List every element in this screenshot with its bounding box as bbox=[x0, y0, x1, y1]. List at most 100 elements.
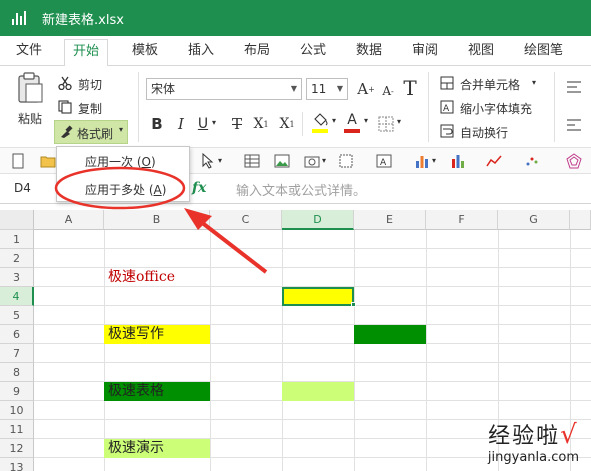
chevron-down-icon[interactable]: ▾ bbox=[212, 118, 216, 127]
tab-draw[interactable]: 绘图笔 bbox=[524, 42, 563, 66]
shrink-to-fit-label: 缩小字体填充 bbox=[460, 102, 533, 116]
row-header-9[interactable]: 9 bbox=[0, 382, 34, 401]
chevron-down-icon[interactable]: ▾ bbox=[218, 156, 222, 165]
table-icon[interactable] bbox=[244, 153, 260, 169]
subscript-label: X bbox=[253, 116, 264, 132]
cell-b3[interactable]: 极速office bbox=[104, 268, 210, 287]
camera-icon[interactable] bbox=[304, 153, 320, 169]
column-header-b[interactable]: B bbox=[104, 210, 210, 230]
row-header-12[interactable]: 12 bbox=[0, 439, 34, 458]
cut-label: 剪切 bbox=[78, 78, 103, 92]
image-icon[interactable] bbox=[274, 153, 290, 169]
font-size-select[interactable]: 11 ▼ bbox=[306, 78, 348, 100]
watermark-main: 经验啦√ bbox=[488, 418, 579, 450]
column-header-c[interactable]: C bbox=[210, 210, 282, 230]
text-box-icon[interactable]: A bbox=[376, 153, 392, 169]
line-chart-icon[interactable] bbox=[486, 153, 502, 169]
align-icon[interactable] bbox=[566, 80, 582, 94]
cut-button[interactable]: 剪切 bbox=[58, 74, 118, 92]
watermark-check: √ bbox=[560, 420, 579, 450]
fill-handle[interactable] bbox=[351, 302, 356, 307]
wrap-text-button[interactable]: 自动换行 bbox=[440, 122, 540, 140]
column-header-a[interactable]: A bbox=[34, 210, 104, 230]
row-header-11[interactable]: 11 bbox=[0, 420, 34, 439]
font-name-select[interactable]: 宋体 ▼ bbox=[146, 78, 302, 100]
tab-template[interactable]: 模板 bbox=[132, 42, 158, 66]
row-header-3[interactable]: 3 bbox=[0, 268, 34, 287]
tab-formula[interactable]: 公式 bbox=[300, 42, 326, 66]
column-header-e[interactable]: E bbox=[354, 210, 426, 230]
cell-b12[interactable]: 极速演示 bbox=[104, 439, 210, 458]
cell-b6[interactable]: 极速写作 bbox=[104, 325, 210, 344]
underline-button[interactable]: U bbox=[194, 114, 212, 134]
row-header-10[interactable]: 10 bbox=[0, 401, 34, 420]
tab-review[interactable]: 审阅 bbox=[412, 42, 438, 66]
font-color-button[interactable]: A ▾ bbox=[342, 112, 372, 136]
apply-once-item[interactable]: 应用一次 (O) bbox=[85, 153, 156, 170]
row-header-4[interactable]: 4 bbox=[0, 287, 34, 306]
shrink-to-fit-button[interactable]: A 缩小字体填充 bbox=[440, 98, 550, 116]
select-all-corner[interactable] bbox=[0, 210, 34, 230]
merge-cells-icon bbox=[440, 76, 454, 90]
shape-icon[interactable] bbox=[338, 153, 354, 169]
menu-bar: 文件 开始 模板 插入 布局 公式 数据 审阅 视图 绘图笔 bbox=[0, 36, 591, 67]
increase-font-icon[interactable]: A + bbox=[356, 78, 376, 100]
tab-file[interactable]: 文件 bbox=[16, 42, 42, 66]
cell-d9[interactable] bbox=[282, 382, 354, 401]
paste-button[interactable]: 粘贴 bbox=[12, 70, 48, 130]
merge-cells-button[interactable]: 合并单元格 ▾ bbox=[440, 74, 540, 92]
borders-button[interactable]: ▾ bbox=[378, 114, 408, 134]
copy-button[interactable]: 复制 bbox=[58, 98, 118, 116]
strikethrough-button[interactable]: T bbox=[228, 114, 246, 134]
open-folder-icon[interactable] bbox=[40, 153, 56, 169]
ribbon: 粘贴 剪切 复制 格式刷 ▾ 宋体 ▼ 11 ▼ A + A- T B I U … bbox=[0, 66, 591, 148]
row-header-7[interactable]: 7 bbox=[0, 344, 34, 363]
new-file-icon[interactable] bbox=[10, 153, 26, 169]
watermark-text: 经验啦 bbox=[488, 424, 561, 449]
apply-multiple-label: 应用于多处 bbox=[85, 183, 146, 197]
superscript-button[interactable]: X1 bbox=[276, 114, 298, 134]
chevron-down-icon[interactable]: ▾ bbox=[322, 156, 326, 165]
fill-color-button[interactable]: ▾ bbox=[310, 112, 340, 136]
cell-b9[interactable]: 极速表格 bbox=[104, 382, 210, 401]
svg-text:A: A bbox=[380, 158, 387, 168]
column-header-d[interactable]: D bbox=[282, 210, 354, 230]
tab-home[interactable]: 开始 bbox=[64, 39, 109, 67]
row-header-1[interactable]: 1 bbox=[0, 230, 34, 249]
format-painter-button[interactable]: 格式刷 ▾ bbox=[54, 120, 128, 144]
column-header-g[interactable]: G bbox=[498, 210, 570, 230]
bold-button[interactable]: B bbox=[148, 114, 166, 134]
chevron-down-icon: ▾ bbox=[532, 78, 537, 87]
row-header-6[interactable]: 6 bbox=[0, 325, 34, 344]
apply-multiple-item[interactable]: 应用于多处 (A) bbox=[85, 181, 166, 198]
cursor-icon[interactable] bbox=[200, 153, 216, 169]
clear-format-icon[interactable]: T bbox=[400, 76, 420, 100]
chevron-down-icon: ▼ bbox=[290, 84, 297, 93]
column-header-f[interactable]: F bbox=[426, 210, 498, 230]
chevron-down-icon[interactable]: ▾ bbox=[432, 156, 436, 165]
row-header-5[interactable]: 5 bbox=[0, 306, 34, 325]
window-title: 新建表格.xlsx bbox=[42, 12, 124, 28]
row-header-8[interactable]: 8 bbox=[0, 363, 34, 382]
tab-data[interactable]: 数据 bbox=[356, 42, 382, 66]
scatter-chart-icon[interactable] bbox=[524, 153, 540, 169]
italic-button[interactable]: I bbox=[172, 114, 190, 134]
row-header-2[interactable]: 2 bbox=[0, 249, 34, 268]
tab-view[interactable]: 视图 bbox=[468, 42, 494, 66]
cell-d4-selected[interactable] bbox=[282, 287, 354, 306]
decrease-font-icon[interactable]: A- bbox=[378, 80, 398, 102]
formula-input[interactable]: 输入文本或公式详情。 bbox=[236, 180, 366, 199]
tab-layout[interactable]: 布局 bbox=[244, 42, 270, 66]
name-box[interactable]: D4 bbox=[14, 181, 31, 195]
tab-insert[interactable]: 插入 bbox=[188, 42, 214, 66]
column-chart-icon[interactable] bbox=[450, 153, 466, 169]
font-color-icon: A bbox=[347, 112, 357, 128]
row-header-13[interactable]: 13 bbox=[0, 458, 34, 471]
radar-chart-icon[interactable] bbox=[566, 153, 582, 169]
column-header-h[interactable] bbox=[570, 210, 591, 230]
cell-e6[interactable] bbox=[354, 325, 426, 344]
subscript-button[interactable]: X1 bbox=[250, 114, 272, 134]
bar-chart-icon[interactable] bbox=[414, 153, 430, 169]
align-left-icon[interactable] bbox=[566, 118, 582, 132]
fx-icon[interactable]: fx bbox=[192, 180, 206, 196]
